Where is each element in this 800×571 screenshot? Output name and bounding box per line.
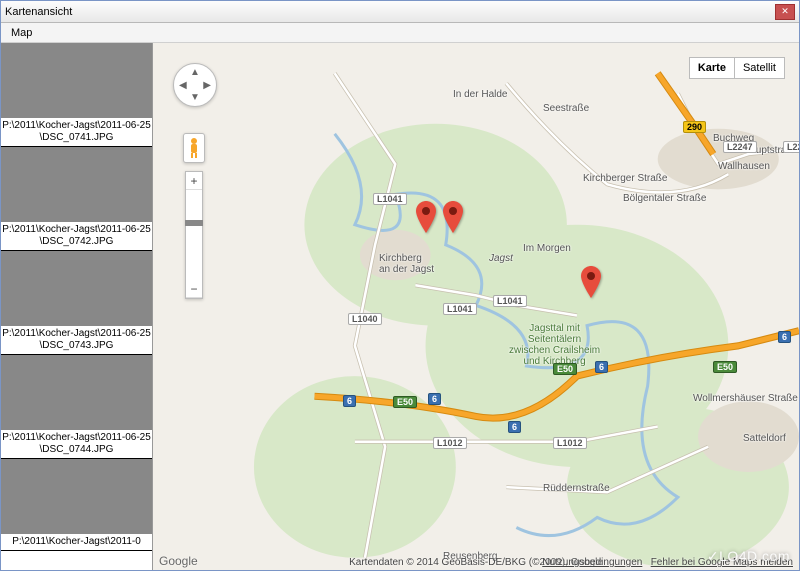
road-shield: L1012 xyxy=(553,437,587,449)
road-shield: 6 xyxy=(595,361,608,373)
terms-link[interactable]: Nutzungsbedingungen xyxy=(542,557,642,568)
road-shield: 290 xyxy=(683,121,706,133)
thumbnail-image[interactable] xyxy=(1,251,152,326)
road-shield: 6 xyxy=(508,421,521,433)
pan-down-icon[interactable]: ▼ xyxy=(190,92,200,103)
map-pin[interactable] xyxy=(443,201,463,233)
road-shield: L1040 xyxy=(348,313,382,325)
thumbnail[interactable]: P:\2011\Kocher-Jagst\2011-0 xyxy=(1,459,152,551)
road-shield: L2247 xyxy=(723,141,757,153)
map-logo: Google xyxy=(159,554,198,568)
thumbnail-caption: P:\2011\Kocher-Jagst\2011-0 xyxy=(1,534,152,550)
maptype-satellite-button[interactable]: Satellit xyxy=(734,57,785,79)
thumbnail-caption: P:\2011\Kocher-Jagst\2011-06-25\DSC_0743… xyxy=(1,326,152,354)
thumbnail[interactable]: P:\2011\Kocher-Jagst\2011-06-25\DSC_0743… xyxy=(1,251,152,355)
thumbnail-image[interactable] xyxy=(1,147,152,222)
menu-map[interactable]: Map xyxy=(5,25,38,41)
zoom-control[interactable]: + − xyxy=(185,171,203,299)
thumbnail[interactable]: P:\2011\Kocher-Jagst\2011-06-25\DSC_0744… xyxy=(1,355,152,459)
zoom-in-button[interactable]: + xyxy=(186,172,202,190)
thumbnail-caption: P:\2011\Kocher-Jagst\2011-06-25\DSC_0741… xyxy=(1,118,152,146)
zoom-out-button[interactable]: − xyxy=(186,280,202,298)
road-shield: L1012 xyxy=(433,437,467,449)
window-title: Kartenansicht xyxy=(5,6,775,18)
thumbnail[interactable]: P:\2011\Kocher-Jagst\2011-06-25\DSC_0742… xyxy=(1,147,152,251)
pan-up-icon[interactable]: ▲ xyxy=(190,67,200,78)
map-links: Nutzungsbedingungen Fehler bei Google Ma… xyxy=(542,557,793,568)
thumbnail-image[interactable] xyxy=(1,355,152,430)
map-label: Jagsttal mitSeitentälernzwischen Crailsh… xyxy=(509,323,600,367)
thumbnail-image[interactable] xyxy=(1,43,152,118)
report-link[interactable]: Fehler bei Google Maps melden xyxy=(651,557,793,568)
pegman[interactable] xyxy=(183,133,205,163)
map-label: Im Morgen xyxy=(523,243,571,254)
titlebar[interactable]: Kartenansicht ✕ xyxy=(1,1,799,23)
sidebar[interactable]: P:\2011\Kocher-Jagst\2011-06-25\DSC_0741… xyxy=(1,43,153,570)
road-shield: L1041 xyxy=(373,193,407,205)
map-label: Bölgentaler Straße xyxy=(623,193,706,204)
zoom-thumb[interactable] xyxy=(185,220,203,226)
content: P:\2011\Kocher-Jagst\2011-06-25\DSC_0741… xyxy=(1,43,799,570)
road-shield: E50 xyxy=(713,361,737,373)
map-label: Seestraße xyxy=(543,103,589,114)
map-label: Kirchbergan der Jagst xyxy=(379,253,434,275)
map-view[interactable]: ▲ ▼ ◀ ▶ + − Karte Satellit In der Halde S… xyxy=(153,43,799,570)
menubar: Map xyxy=(1,23,799,43)
pan-right-icon[interactable]: ▶ xyxy=(203,80,211,91)
road-shield: L1041 xyxy=(443,303,477,315)
pan-control[interactable]: ▲ ▼ ◀ ▶ xyxy=(173,63,217,107)
road-shield: L1041 xyxy=(493,295,527,307)
map-label: Wollmershäuser Straße xyxy=(693,393,798,404)
map-label: Satteldorf xyxy=(743,433,786,444)
thumbnail-caption: P:\2011\Kocher-Jagst\2011-06-25\DSC_0744… xyxy=(1,430,152,458)
close-button[interactable]: ✕ xyxy=(775,4,795,20)
window: Kartenansicht ✕ Map P:\2011\Kocher-Jagst… xyxy=(0,0,800,571)
map-label: In der Halde xyxy=(453,89,507,100)
maptype-map-button[interactable]: Karte xyxy=(689,57,734,79)
thumbnail[interactable]: P:\2011\Kocher-Jagst\2011-06-25\DSC_0741… xyxy=(1,43,152,147)
road-shield: E50 xyxy=(393,396,417,408)
road-shield: L2247 xyxy=(783,141,799,153)
road-shield: 6 xyxy=(428,393,441,405)
map-label: Kirchberger Straße xyxy=(583,173,667,184)
map-label: Jagst xyxy=(489,253,513,264)
map-pin[interactable] xyxy=(416,201,436,233)
thumbnail-image[interactable] xyxy=(1,459,152,534)
road-shield: 6 xyxy=(343,395,356,407)
map-pin[interactable] xyxy=(581,266,601,298)
thumbnail-caption: P:\2011\Kocher-Jagst\2011-06-25\DSC_0742… xyxy=(1,222,152,250)
zoom-slider[interactable] xyxy=(186,190,202,280)
map-label: Wallhausen xyxy=(718,161,770,172)
pan-left-icon[interactable]: ◀ xyxy=(179,80,187,91)
map-type-switch: Karte Satellit xyxy=(689,57,785,79)
road-shield: 6 xyxy=(778,331,791,343)
road-shield: E50 xyxy=(553,363,577,375)
map-label: Rüddernstraße xyxy=(543,483,610,494)
